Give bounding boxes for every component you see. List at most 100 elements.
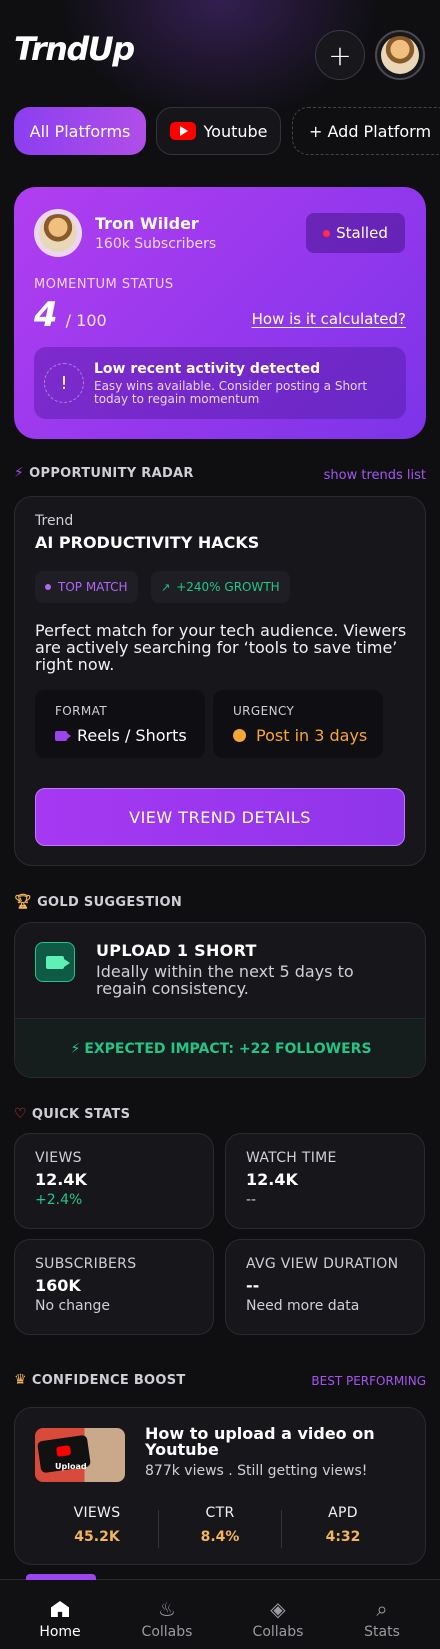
format-box: FORMAT Reels / Shorts xyxy=(35,690,205,758)
trend-description: Perfect match for your tech audience. Vi… xyxy=(35,621,407,674)
quick-stats-heading: ♡ QUICK STATS xyxy=(14,1106,130,1122)
video-thumbnail: Upload xyxy=(35,1428,125,1482)
section-title: CONFIDENCE BOOST xyxy=(31,1372,186,1388)
stat-label: AVG VIEW DURATION xyxy=(246,1256,399,1272)
alert-title: Low recent activity detected xyxy=(94,361,321,377)
stat-value: -- xyxy=(246,1276,260,1295)
nav-label: Home xyxy=(39,1624,81,1640)
tab-label: + Add Platform xyxy=(309,121,432,141)
crown-icon: ♛ xyxy=(14,1372,27,1388)
stat-change: +2.4% xyxy=(35,1192,83,1208)
creator-subscribers: 160k Subscribers xyxy=(95,236,217,252)
heart-pulse-icon: ♡ xyxy=(14,1106,27,1122)
bottom-nav: Home ♨ Collabs ◈ Collabs ⌕ Stats xyxy=(0,1574,440,1649)
stat-value: 12.4K xyxy=(246,1170,298,1189)
video-stat-value: 8.4% xyxy=(200,1529,240,1545)
stat-value: 12.4K xyxy=(35,1170,87,1189)
stat-card-subscribers: SUBSCRIBERS 160K No change xyxy=(14,1239,214,1335)
suggestion-title: UPLOAD 1 SHORT xyxy=(96,941,257,960)
video-add-icon xyxy=(35,942,75,982)
lightning-icon: ⚡ xyxy=(70,1041,81,1057)
stat-label: SUBSCRIBERS xyxy=(35,1256,137,1272)
trend-title: AI PRODUCTIVITY HACKS xyxy=(35,533,260,552)
tab-all-platforms[interactable]: All Platforms xyxy=(14,107,146,155)
view-trend-details-button[interactable]: VIEW TREND DETAILS xyxy=(35,788,405,846)
best-performing-link[interactable]: BEST PERFORMING xyxy=(311,1374,426,1388)
stat-card-views: VIEWS 12.4K +2.4% xyxy=(14,1133,214,1229)
tab-label: All Platforms xyxy=(29,121,131,141)
video-stat-value: 4:32 xyxy=(325,1529,361,1545)
momentum-score: 4 / 100 xyxy=(34,295,107,335)
dot-icon xyxy=(45,584,51,590)
profile-avatar-button[interactable] xyxy=(375,30,425,80)
nav-home[interactable]: Home xyxy=(10,1580,110,1640)
video-stat-label: APD xyxy=(328,1505,358,1521)
trophy-icon: 🏆︎ xyxy=(14,894,33,910)
flame-icon: ♨ xyxy=(158,1597,176,1621)
trend-label: Trend xyxy=(35,513,74,529)
video-stat-label: VIEWS xyxy=(73,1505,121,1521)
how-calculated-link[interactable]: How is it calculated? xyxy=(252,310,406,328)
app-logo: TrndUp xyxy=(14,30,135,68)
stat-label: VIEWS xyxy=(35,1150,82,1166)
video-stat-apd: APD 4:32 xyxy=(283,1505,403,1545)
show-trends-link[interactable]: show trends list xyxy=(324,468,426,483)
format-label: FORMAT xyxy=(55,704,108,718)
nav-collabs-flame[interactable]: ♨ Collabs xyxy=(117,1580,217,1640)
nav-label: Collabs xyxy=(252,1624,304,1640)
urgency-value-row: Post in 3 days xyxy=(233,726,367,745)
format-value: Reels / Shorts xyxy=(77,726,187,745)
divider xyxy=(281,1510,282,1548)
video-stat-views: VIEWS 45.2K xyxy=(37,1505,157,1545)
stats-icon: ⌕ xyxy=(376,1597,388,1621)
alert-icon: ! xyxy=(44,363,84,403)
alert-description: Easy wins available. Consider posting a … xyxy=(94,379,368,406)
creator-name: Tron Wilder xyxy=(95,214,199,233)
stat-value: 160K xyxy=(35,1276,81,1295)
status-dot-icon xyxy=(323,229,331,237)
lightning-icon: ⚡ xyxy=(14,465,25,481)
nav-label: Stats xyxy=(364,1624,400,1640)
urgency-value: Post in 3 days xyxy=(256,726,368,745)
video-stat-label: CTR xyxy=(205,1505,235,1521)
activity-alert: ! Low recent activity detected Easy wins… xyxy=(34,347,406,419)
growth-badge: ↗ +240% GROWTH xyxy=(151,571,290,603)
tab-label: Youtube xyxy=(203,121,268,141)
confidence-boost-heading: ♛ CONFIDENCE BOOST xyxy=(14,1372,186,1388)
section-title: GOLD SUGGESTION xyxy=(37,894,183,910)
video-stat-ctr: CTR 8.4% xyxy=(160,1505,280,1545)
stat-label: WATCH TIME xyxy=(246,1150,337,1166)
thumbnail-text: Upload xyxy=(55,1462,87,1471)
nav-stats[interactable]: ⌕ Stats xyxy=(332,1580,432,1640)
nav-label: Collabs xyxy=(141,1624,193,1640)
add-platform-button[interactable]: + Add Platform xyxy=(292,107,440,155)
trend-up-icon: ↗ xyxy=(161,580,171,594)
expected-impact: ⚡ EXPECTED IMPACT: +22 FOLLOWERS xyxy=(15,1018,425,1077)
tab-youtube[interactable]: Youtube xyxy=(156,107,281,155)
handshake-icon: ◈ xyxy=(270,1597,286,1621)
momentum-value: 4 xyxy=(34,295,58,335)
home-icon xyxy=(10,1594,110,1624)
video-camera-icon xyxy=(55,730,71,741)
urgency-box: URGENCY Post in 3 days xyxy=(213,690,383,758)
youtube-icon xyxy=(169,122,196,140)
momentum-max: / 100 xyxy=(65,311,107,330)
stat-change: No change xyxy=(35,1298,111,1314)
video-subtitle: 877k views . Still getting views! xyxy=(145,1463,368,1479)
video-stat-value: 45.2K xyxy=(74,1529,120,1545)
gold-suggestion-card[interactable]: UPLOAD 1 SHORT Ideally within the next 5… xyxy=(14,922,426,1078)
impact-label: EXPECTED IMPACT: +22 FOLLOWERS xyxy=(84,1041,372,1057)
best-video-card[interactable]: Upload How to upload a video on Youtube … xyxy=(14,1407,426,1565)
status-label: Stalled xyxy=(336,224,388,242)
momentum-card: Tron Wilder 160k Subscribers Stalled MOM… xyxy=(14,187,426,439)
momentum-label: MOMENTUM STATUS xyxy=(34,277,174,292)
urgency-label: URGENCY xyxy=(233,704,295,718)
trend-card: Trend AI PRODUCTIVITY HACKS TOP MATCH ↗ … xyxy=(14,496,426,866)
video-title: How to upload a video on Youtube xyxy=(145,1424,375,1459)
section-title: QUICK STATS xyxy=(31,1106,131,1122)
status-badge: Stalled xyxy=(306,213,405,253)
divider xyxy=(158,1510,159,1548)
add-button[interactable]: + xyxy=(315,30,365,80)
nav-collabs[interactable]: ◈ Collabs xyxy=(228,1580,328,1640)
top-match-badge: TOP MATCH xyxy=(35,571,138,603)
